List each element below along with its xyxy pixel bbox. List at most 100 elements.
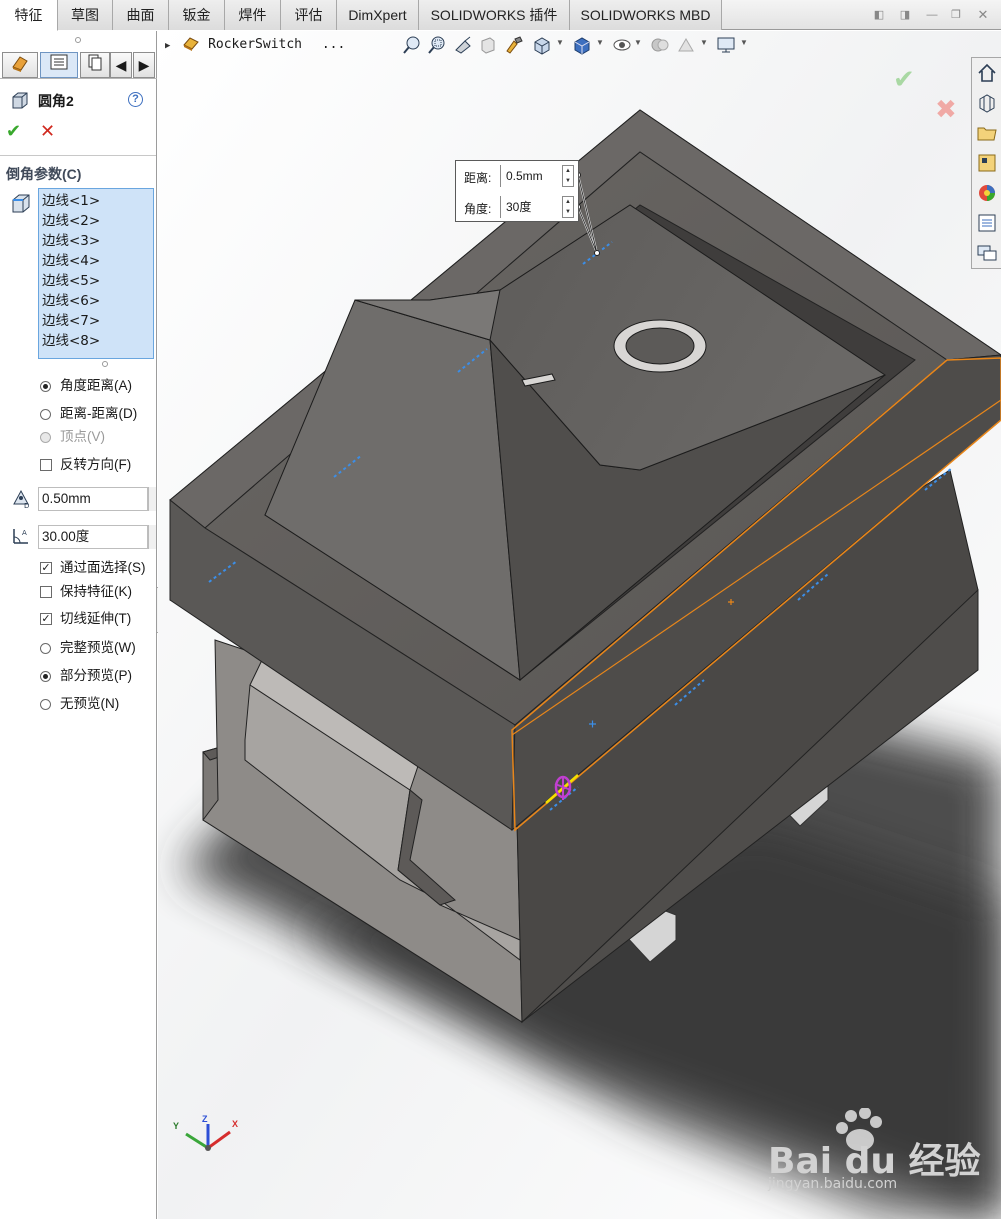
edit-appearance-icon[interactable]: [650, 35, 670, 55]
checkbox-checked[interactable]: ✓: [40, 613, 52, 625]
svg-text:D: D: [24, 502, 29, 509]
tab-solidworks-addins[interactable]: SOLIDWORKS 插件: [419, 0, 570, 30]
file-explorer-icon[interactable]: [976, 122, 998, 144]
list-item[interactable]: 边线<3>: [42, 231, 100, 251]
feature-name: 圆角2: [38, 93, 74, 109]
property-manager-tab[interactable]: [40, 52, 78, 78]
zoom-to-fit-icon[interactable]: [402, 35, 422, 55]
previous-view-icon[interactable]: [453, 35, 473, 55]
option-label: 顶点(V): [60, 429, 105, 444]
checkmark-icon: ✔: [6, 121, 22, 141]
list-item[interactable]: 边线<8>: [42, 331, 100, 351]
custom-properties-icon[interactable]: [976, 212, 998, 234]
feature-title: 圆角2 ?: [8, 89, 153, 111]
distance-input[interactable]: 0.50mm: [38, 487, 148, 511]
callout-distance-label: 距离:: [464, 171, 492, 185]
callout-distance-input[interactable]: 0.5mm: [500, 165, 562, 187]
property-list-icon: [50, 54, 68, 70]
option-label: 反转方向(F): [60, 457, 132, 472]
cancel-button[interactable]: ✕: [40, 121, 55, 142]
dropdown-arrow-icon[interactable]: ▼: [556, 38, 564, 47]
radio[interactable]: [40, 643, 51, 654]
option-label: 无预览(N): [60, 696, 120, 711]
view-palette-icon[interactable]: [976, 152, 998, 174]
tab-dimxpert[interactable]: DimXpert: [337, 0, 419, 30]
radio[interactable]: [40, 409, 51, 420]
display-style-icon[interactable]: [572, 35, 592, 55]
confirm-ok-icon[interactable]: ✔: [893, 65, 915, 95]
minimize-icon[interactable]: —: [925, 8, 939, 22]
home-icon[interactable]: [976, 62, 998, 84]
scroll-left-button[interactable]: ◀: [110, 52, 132, 78]
list-item[interactable]: 边线<6>: [42, 291, 100, 311]
list-item[interactable]: 边线<7>: [42, 311, 100, 331]
confirm-cancel-icon[interactable]: ✖: [935, 95, 957, 125]
tab-sketch[interactable]: 草图: [58, 0, 113, 30]
expand-arrow-icon[interactable]: ▶: [165, 41, 170, 51]
ok-button[interactable]: ✔: [6, 121, 21, 142]
checkbox[interactable]: [40, 459, 52, 471]
feature-manager-tab[interactable]: [2, 52, 38, 78]
tab-evaluate[interactable]: 评估: [281, 0, 337, 30]
angle-input[interactable]: 30.00度: [38, 525, 148, 549]
breadcrumb-more[interactable]: ...: [322, 37, 345, 52]
tab-weldments[interactable]: 焊件: [225, 0, 281, 30]
tab-sheet-metal[interactable]: 钣金: [169, 0, 225, 30]
chamfer-parameters-title[interactable]: 倒角参数(C): [6, 164, 81, 184]
zoom-to-area-icon[interactable]: [427, 35, 447, 55]
callout-distance-row: 距离: 0.5mm ▲ ▼: [456, 161, 578, 191]
close-icon[interactable]: ✕: [976, 8, 990, 22]
configuration-manager-tab[interactable]: [80, 52, 110, 78]
apply-scene-icon[interactable]: [676, 35, 696, 55]
callout-angle-spinner[interactable]: ▲ ▼: [562, 196, 574, 218]
view-orientation-icon[interactable]: [532, 35, 552, 55]
dropdown-arrow-icon[interactable]: ▼: [596, 38, 604, 47]
tab-features[interactable]: 特征: [0, 0, 58, 31]
panel-collapse-icon[interactable]: ◧: [872, 8, 886, 22]
checkbox-checked[interactable]: ✓: [40, 562, 52, 574]
hide-show-items-icon[interactable]: [612, 35, 632, 55]
dropdown-arrow-icon[interactable]: ▼: [634, 38, 642, 47]
scroll-right-button[interactable]: ▶: [133, 52, 155, 78]
callout-angle-input[interactable]: 30度: [500, 196, 562, 218]
list-item[interactable]: 边线<5>: [42, 271, 100, 291]
list-item[interactable]: 边线<4>: [42, 251, 100, 271]
cross-icon: ✕: [40, 121, 56, 141]
splitter-grip[interactable]: [75, 37, 81, 43]
arrow-left-icon: ◀: [115, 57, 127, 73]
radio-selected[interactable]: [40, 381, 51, 392]
tab-solidworks-mbd[interactable]: SOLIDWORKS MBD: [570, 0, 722, 30]
help-icon[interactable]: ?: [128, 92, 143, 107]
restore-icon[interactable]: ❐: [949, 8, 963, 22]
list-resize-grip[interactable]: [102, 361, 108, 367]
radio[interactable]: [40, 699, 51, 710]
design-library-icon[interactable]: [976, 92, 998, 114]
model-view: ✔ ✖: [158, 31, 1001, 1219]
watermark-url: jingyan.baidu.com: [768, 1176, 898, 1192]
forum-icon[interactable]: [976, 242, 998, 264]
dropdown-arrow-icon[interactable]: ▼: [700, 38, 708, 47]
list-item[interactable]: 边线<2>: [42, 211, 100, 231]
callout-angle-row: 角度: 30度 ▲ ▼: [456, 192, 578, 222]
panel-expand-icon[interactable]: ◨: [898, 8, 912, 22]
angle-spinner[interactable]: [148, 525, 156, 549]
checkbox[interactable]: [40, 586, 52, 598]
distance-spinner[interactable]: [148, 487, 156, 511]
distance-icon: D: [13, 489, 29, 509]
dynamic-annotation-icon[interactable]: [504, 35, 524, 55]
graphics-area[interactable]: ✔ ✖ Y Z X O |: [158, 31, 1001, 1219]
tab-surfaces[interactable]: 曲面: [113, 0, 169, 30]
property-manager: ◀ ▶ 圆角2 ? ✔ ✕ 倒角参数(C) 边线<1> 边线<2> 边线<3> …: [0, 31, 157, 1219]
option-label: 距离-距离(D): [60, 406, 138, 421]
part-name[interactable]: RockerSwitch: [208, 37, 302, 52]
edge-selection-list[interactable]: 边线<1> 边线<2> 边线<3> 边线<4> 边线<5> 边线<6> 边线<7…: [38, 188, 154, 359]
feature-tree-icon: [12, 56, 28, 72]
radio-selected[interactable]: [40, 671, 51, 682]
callout-distance-spinner[interactable]: ▲ ▼: [562, 165, 574, 187]
appearances-icon[interactable]: [976, 182, 998, 204]
axis-z-label: Z: [202, 1114, 208, 1124]
dropdown-arrow-icon[interactable]: ▼: [740, 38, 748, 47]
list-item[interactable]: 边线<1>: [42, 191, 100, 211]
view-settings-icon[interactable]: [716, 35, 736, 55]
section-view-icon[interactable]: [478, 35, 498, 55]
